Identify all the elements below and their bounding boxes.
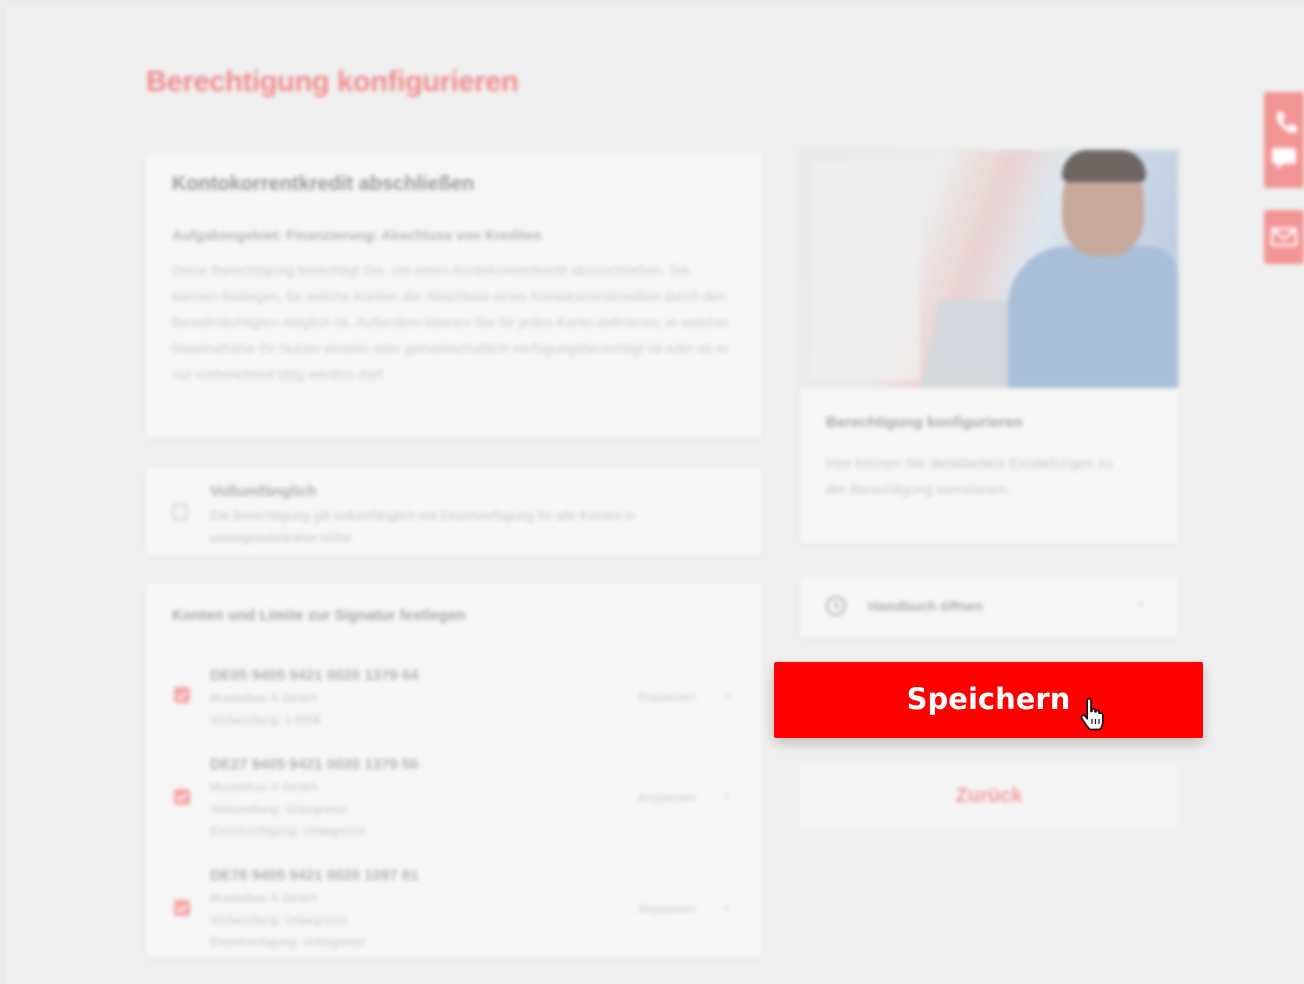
account-iban: DE78 9405 9421 0020 1097 81 [210, 867, 419, 884]
info-card-title: Berechtigung konfigurieren [826, 414, 1023, 431]
full-scope-checkbox[interactable] [172, 504, 188, 520]
hand-cursor-icon [1080, 697, 1104, 731]
account-owner: Musterfrau X GmbH [210, 780, 317, 794]
permission-description: Diese Berechtigung berechtigt Sie, um ei… [172, 262, 730, 382]
account-adjust-link[interactable]: Anpassen [638, 790, 696, 805]
manual-link[interactable]: Handbuch öffnen › [800, 577, 1178, 637]
mail-contact-tab[interactable] [1264, 210, 1304, 264]
clock-icon [826, 596, 846, 616]
phone-icon [1272, 111, 1298, 170]
account-limit: Einzelverfügung: Unbegrenzt [210, 824, 365, 838]
account-iban: DE05 9405 9421 0020 1379 64 [210, 667, 419, 684]
mail-icon [1270, 227, 1298, 247]
chevron-right-icon[interactable]: › [724, 687, 729, 705]
accounts-card: Konten und Limite zur Signatur festlegen… [146, 583, 762, 957]
phone-contact-tab[interactable] [1264, 92, 1304, 188]
chevron-right-icon[interactable]: › [724, 899, 729, 917]
account-row[interactable]: DE27 9405 9421 0020 1379 56 Musterfrau X… [146, 756, 762, 856]
account-owner: Musterfrau X GmbH [210, 891, 317, 905]
account-checkbox[interactable] [174, 789, 190, 805]
account-limit: Vorbereitung: 1.000€ [210, 713, 322, 727]
full-scope-title: Vollumfänglich [210, 483, 317, 500]
hero-image [800, 150, 1178, 388]
account-row[interactable]: DE05 9405 9421 0020 1379 64 Musterfrau X… [146, 667, 762, 767]
chevron-right-icon[interactable]: › [724, 788, 729, 806]
account-adjust-link[interactable]: Anpassen [638, 901, 696, 916]
permission-card: Kontokorrentkredit abschließen Aufgabeng… [146, 153, 762, 438]
account-row[interactable]: DE78 9405 9421 0020 1097 81 Musterfrau X… [146, 867, 762, 967]
account-limit: Vorbereitung: Unbegrenzt [210, 913, 347, 927]
manual-label: Handbuch öffnen [868, 598, 984, 614]
account-checkbox[interactable] [174, 687, 190, 703]
account-adjust-link[interactable]: Anpassen [638, 689, 696, 704]
info-card: Berechtigung konfigurieren Hier können S… [800, 150, 1178, 543]
page-title: Berechtigung konfigurieren [146, 66, 519, 98]
full-scope-text: Die Berechtigung gilt vollumfänglich mit… [210, 508, 635, 545]
chevron-right-icon: › [1138, 595, 1144, 612]
account-checkbox[interactable] [174, 900, 190, 916]
info-card-text: Hier können Sie detailliertere Einstellu… [826, 455, 1113, 497]
accounts-heading: Konten und Limite zur Signatur festlegen [172, 607, 466, 624]
full-scope-card[interactable]: Vollumfänglich Die Berechtigung gilt vol… [146, 467, 762, 555]
account-iban: DE27 9405 9421 0020 1379 56 [210, 756, 419, 773]
account-owner: Musterfrau X GmbH [210, 691, 317, 705]
account-limit: Vorbereitung: Unbegrenzt [210, 802, 347, 816]
permission-subtitle: Aufgabengebiet: Finanzierung: Abschluss … [172, 227, 542, 243]
save-button[interactable]: Speichern [774, 662, 1203, 738]
permission-title: Kontokorrentkredit abschließen [172, 173, 475, 195]
back-button[interactable]: Zurück [800, 764, 1178, 828]
account-limit: Einzelverfügung: Unbegrenzt [210, 935, 365, 949]
